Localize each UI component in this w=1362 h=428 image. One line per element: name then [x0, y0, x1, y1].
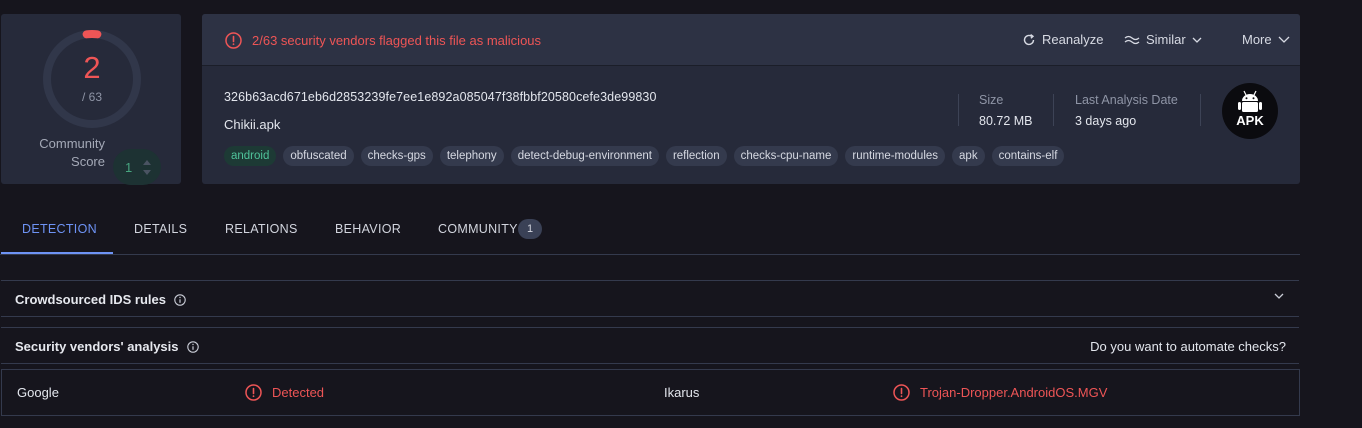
- tag-list: android obfuscated checks-gps telephony …: [224, 146, 1065, 166]
- table-row: Google Detected Ikarus Trojan-Dropper.An…: [1, 369, 1300, 416]
- vote-up-icon[interactable]: [143, 160, 151, 165]
- last-analysis-label: Last Analysis Date: [1075, 93, 1178, 107]
- community-count-badge: 1: [518, 219, 542, 239]
- detection-gauge: 2 / 63: [41, 28, 143, 130]
- tag[interactable]: apk: [952, 146, 985, 166]
- alert-bar: 2/63 security vendors flagged this file …: [202, 14, 1300, 66]
- reanalyze-button[interactable]: Reanalyze: [1022, 32, 1103, 47]
- refresh-icon: [1023, 33, 1035, 45]
- alert-circle-icon: [245, 384, 262, 401]
- tag[interactable]: checks-gps: [360, 146, 433, 166]
- tab-bar: DETECTION DETAILS RELATIONS BEHAVIOR COM…: [0, 209, 1300, 255]
- similar-wave-icon: [1124, 35, 1140, 44]
- tab-detection[interactable]: DETECTION: [22, 222, 97, 236]
- divider: [958, 94, 959, 126]
- tag[interactable]: detect-debug-environment: [510, 146, 659, 166]
- vote-down-icon[interactable]: [143, 170, 151, 175]
- ids-rules-section[interactable]: Crowdsourced IDS rules: [1, 280, 1299, 317]
- tag[interactable]: reflection: [665, 146, 727, 166]
- alert-circle-icon: [225, 32, 242, 49]
- size-label: Size: [979, 93, 1004, 107]
- detection-score-card: 2 / 63 Community Score 1: [1, 14, 181, 185]
- file-name: Chikii.apk: [224, 117, 281, 132]
- community-score-voter[interactable]: 1: [113, 149, 161, 185]
- more-button[interactable]: More: [1242, 32, 1290, 47]
- alert-circle-icon: [893, 384, 910, 401]
- vendor-result: Trojan-Dropper.AndroidOS.MGV: [893, 384, 1107, 401]
- tab-behavior[interactable]: BEHAVIOR: [335, 222, 401, 236]
- file-type-badge: APK: [1222, 83, 1278, 139]
- info-icon[interactable]: [186, 340, 199, 353]
- ids-rules-title: Crowdsourced IDS rules: [15, 292, 186, 307]
- active-tab-indicator: [1, 252, 113, 254]
- divider: [1200, 94, 1201, 126]
- size-value: 80.72 MB: [979, 114, 1033, 128]
- detection-total: / 63: [81, 90, 102, 104]
- tag[interactable]: android: [224, 146, 277, 166]
- tab-relations[interactable]: RELATIONS: [225, 222, 298, 236]
- automate-checks-link[interactable]: Do you want to automate checks?: [1090, 339, 1286, 354]
- last-analysis-value: 3 days ago: [1075, 114, 1137, 128]
- tag[interactable]: contains-elf: [991, 146, 1065, 166]
- community-score-value: 1: [125, 160, 133, 175]
- chevron-down-icon[interactable]: [1274, 293, 1284, 299]
- community-score-label: Community Score: [39, 136, 105, 169]
- tag[interactable]: runtime-modules: [845, 146, 946, 166]
- tab-community[interactable]: COMMUNITY: [438, 222, 518, 236]
- vendors-analysis-title: Security vendors' analysis: [15, 339, 199, 354]
- vendors-analysis-section: Security vendors' analysis Do you want t…: [1, 327, 1299, 364]
- vendor-name: Google: [17, 385, 59, 400]
- vendor-name: Ikarus: [664, 385, 700, 400]
- vendor-result: Detected: [245, 384, 324, 401]
- detection-count: 2: [83, 50, 101, 85]
- chevron-down-icon: [1192, 37, 1202, 43]
- file-info-card: 2/63 security vendors flagged this file …: [202, 14, 1300, 184]
- similar-button[interactable]: Similar: [1124, 32, 1202, 47]
- tag[interactable]: obfuscated: [283, 146, 354, 166]
- tag[interactable]: telephony: [439, 146, 504, 166]
- file-hash[interactable]: 326b63acd671eb6d2853239fe7ee1e892a085047…: [224, 90, 657, 104]
- info-icon[interactable]: [174, 293, 186, 306]
- android-icon: [1238, 90, 1262, 112]
- file-type-label: APK: [1236, 113, 1264, 128]
- tab-details[interactable]: DETAILS: [134, 222, 187, 236]
- malicious-alert-text: 2/63 security vendors flagged this file …: [252, 33, 542, 48]
- divider: [1053, 94, 1054, 126]
- tag[interactable]: checks-cpu-name: [733, 146, 839, 166]
- chevron-down-icon: [1278, 36, 1290, 43]
